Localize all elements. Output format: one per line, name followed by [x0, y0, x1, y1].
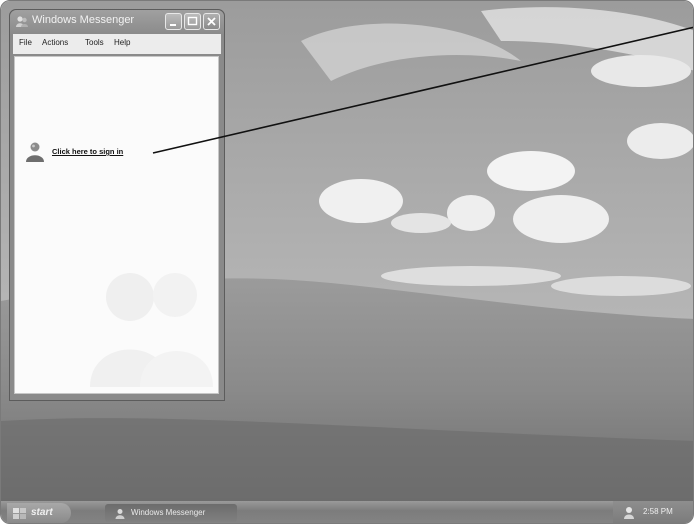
- taskbar-item-messenger[interactable]: Windows Messenger: [105, 504, 237, 522]
- messenger-user-icon: [24, 141, 46, 163]
- menu-actions[interactable]: Actions: [42, 38, 68, 47]
- taskbar: start Windows Messenger 2:58 PM: [1, 501, 693, 523]
- messenger-content-pane: Click here to sign in: [14, 56, 219, 394]
- system-tray: 2:58 PM: [613, 501, 693, 523]
- messenger-buddy-icon: [15, 15, 29, 29]
- messenger-tray-icon[interactable]: [623, 506, 637, 523]
- windows-flag-icon: [13, 507, 27, 523]
- window-title: Windows Messenger: [32, 14, 135, 26]
- start-label: start: [31, 507, 53, 518]
- screenshot-frame: Windows Messenger File Actions Tools Hel…: [0, 0, 694, 524]
- clock: 2:58 PM: [643, 507, 673, 516]
- maximize-button[interactable]: [184, 13, 201, 30]
- messenger-window: Windows Messenger File Actions Tools Hel…: [9, 9, 225, 401]
- taskbar-item-label: Windows Messenger: [131, 508, 206, 517]
- menu-tools[interactable]: Tools: [85, 38, 104, 47]
- messenger-buddy-icon: [115, 507, 127, 523]
- minimize-button[interactable]: [165, 13, 182, 30]
- menu-bar: File Actions Tools Help: [13, 34, 221, 54]
- start-button[interactable]: start: [7, 503, 71, 523]
- sign-in-link[interactable]: Click here to sign in: [52, 147, 123, 156]
- messenger-watermark-icon: [85, 257, 215, 392]
- window-title-bar[interactable]: Windows Messenger: [10, 10, 224, 34]
- menu-file[interactable]: File: [19, 38, 32, 47]
- menu-help[interactable]: Help: [114, 38, 130, 47]
- close-button[interactable]: [203, 13, 220, 30]
